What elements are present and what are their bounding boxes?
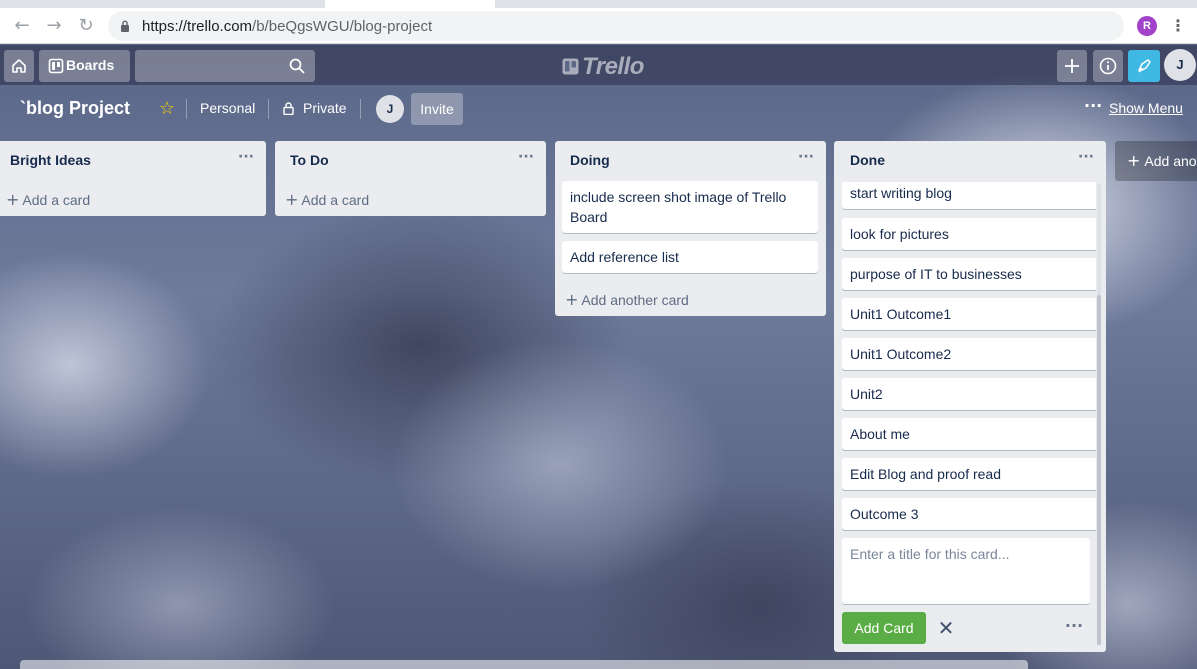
list-menu-icon[interactable]: ··· (798, 149, 814, 165)
show-menu-link[interactable]: Show Menu (1109, 100, 1183, 116)
boards-icon (48, 58, 64, 74)
browser-menu-icon[interactable]: ⋮ (1170, 14, 1186, 38)
add-card-button[interactable]: + Add another card (565, 290, 689, 309)
list-title[interactable]: Bright Ideas (10, 152, 91, 168)
list-menu-icon[interactable]: ··· (1078, 149, 1094, 165)
card[interactable]: purpose of IT to businesses (842, 258, 1096, 290)
search-icon (289, 58, 305, 74)
home-icon (12, 59, 26, 73)
plus-icon: + (6, 190, 20, 209)
list-title[interactable]: To Do (290, 152, 329, 168)
trello-header: Boards Trello J (0, 45, 1197, 85)
card[interactable]: Unit2 (842, 378, 1096, 410)
add-another-list-button[interactable]: +Add another list (1115, 141, 1197, 181)
trello-logo-text: Trello (582, 53, 644, 80)
privacy-button[interactable]: Private (303, 100, 347, 116)
back-icon[interactable]: ← (10, 14, 34, 38)
add-card-label: Add a card (301, 192, 370, 208)
list-to-do: To Do ··· + Add a card (275, 141, 546, 216)
list-bright-ideas: Bright Ideas ··· + Add a card (0, 141, 266, 216)
search-input[interactable] (135, 50, 315, 82)
list-doing: Doing ··· include screen shot image of T… (555, 141, 826, 316)
card-title-input[interactable] (842, 538, 1090, 604)
browser-tab-strip (0, 0, 1197, 8)
team-visibility-button[interactable]: Personal (200, 100, 255, 116)
more-dots-icon[interactable]: ··· (1084, 96, 1102, 115)
add-list-label: Add another list (1144, 153, 1197, 169)
browser-profile-avatar[interactable]: R (1137, 16, 1157, 36)
url-path: /b/beQgsWGU/blog-project (252, 18, 433, 35)
card[interactable]: Unit1 Outcome2 (842, 338, 1096, 370)
invite-button[interactable]: Invite (411, 93, 463, 125)
board-title[interactable]: `blog Project (20, 98, 130, 119)
list-title[interactable]: Doing (570, 152, 610, 168)
trello-logo[interactable]: Trello (562, 53, 644, 80)
board-member-avatar[interactable]: J (376, 95, 404, 123)
star-board-icon[interactable]: ☆ (157, 99, 177, 119)
add-card-button[interactable]: + Add a card (6, 190, 90, 209)
card[interactable]: include screen shot image of Trello Boar… (562, 181, 818, 233)
add-card-label: Add a card (22, 192, 91, 208)
lock-icon (283, 102, 294, 115)
board-horizontal-scrollbar[interactable] (20, 660, 1028, 669)
plus-icon: + (1127, 151, 1141, 170)
add-card-button[interactable]: + Add a card (285, 190, 369, 209)
card[interactable]: Add reference list (562, 241, 818, 273)
url-host: https://trello.com (142, 18, 253, 35)
boards-button[interactable]: Boards (39, 50, 130, 82)
list-menu-icon[interactable]: ··· (518, 149, 534, 165)
board-header-divider (360, 99, 361, 119)
card[interactable]: About me (842, 418, 1096, 450)
plus-icon: + (565, 290, 579, 309)
create-button[interactable] (1057, 50, 1087, 82)
home-button[interactable] (4, 50, 34, 82)
user-avatar[interactable]: J (1164, 49, 1196, 81)
board-header-divider (268, 99, 269, 119)
add-card-submit-button[interactable]: Add Card (842, 612, 926, 644)
card[interactable]: look for pictures (842, 218, 1096, 250)
plus-icon (1065, 59, 1079, 73)
address-bar[interactable]: https://trello.com/b/beQgsWGU/blog-proje… (108, 11, 1124, 41)
lock-icon (121, 20, 129, 32)
list-scrollbar-thumb[interactable] (1097, 295, 1101, 645)
info-button[interactable] (1093, 50, 1123, 82)
reload-icon[interactable]: ↻ (74, 14, 98, 38)
close-icon[interactable]: ✕ (934, 614, 958, 642)
boards-label: Boards (66, 57, 115, 73)
card[interactable]: Edit Blog and proof read (842, 458, 1096, 490)
card[interactable]: start writing blog (842, 182, 1096, 209)
trello-board-icon (562, 58, 579, 75)
browser-active-tab[interactable] (325, 0, 495, 8)
card[interactable]: Unit1 Outcome1 (842, 298, 1096, 330)
notifications-button[interactable] (1128, 50, 1160, 82)
list-menu-icon[interactable]: ··· (238, 149, 254, 165)
plus-icon: + (285, 190, 299, 209)
more-options-icon[interactable]: ··· (1062, 614, 1086, 642)
forward-icon[interactable]: → (42, 14, 66, 38)
browser-toolbar: ← → ↻ https://trello.com/b/beQgsWGU/blog… (0, 8, 1197, 44)
info-icon (1099, 57, 1117, 75)
list-title[interactable]: Done (850, 152, 885, 168)
board-header-divider (186, 99, 187, 119)
url-text: https://trello.com/b/beQgsWGU/blog-proje… (142, 18, 432, 35)
card[interactable]: Outcome 3 (842, 498, 1096, 530)
announcement-icon (1138, 59, 1151, 73)
add-card-label: Add another card (581, 292, 689, 308)
